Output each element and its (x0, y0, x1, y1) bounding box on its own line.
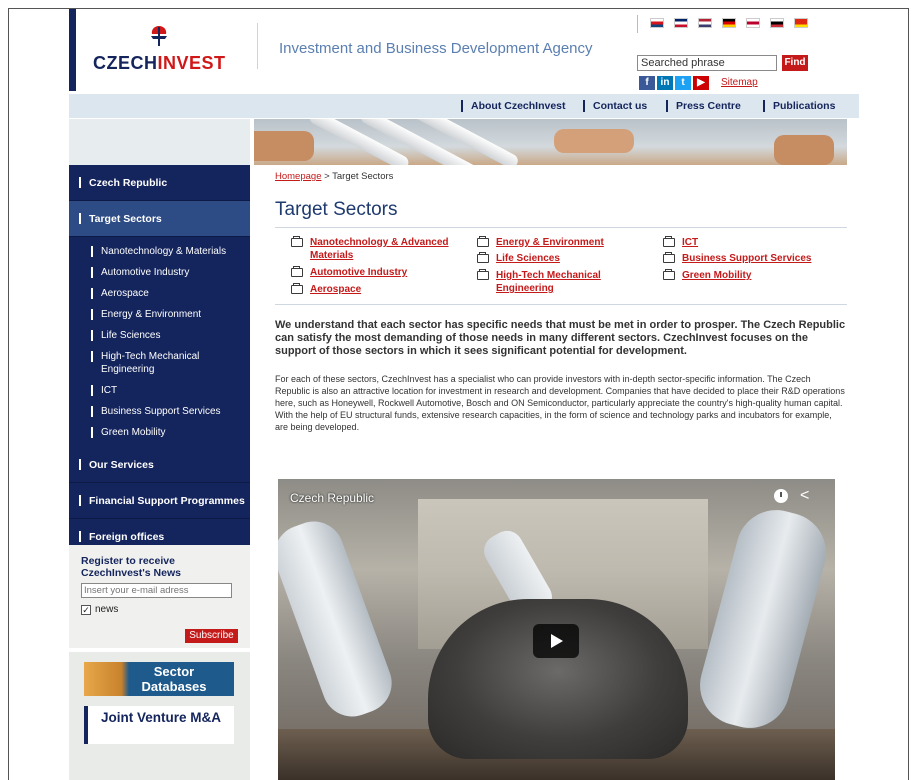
header-divider (257, 23, 258, 69)
sitemap-link[interactable]: Sitemap (721, 77, 758, 88)
uk-flag-icon[interactable] (674, 18, 688, 28)
us-flag-icon[interactable] (698, 18, 712, 28)
youtube-icon[interactable]: ▶ (693, 76, 709, 90)
sector-link-green-mobility[interactable]: Green Mobility (663, 269, 833, 282)
nav-about[interactable]: About CzechInvest (461, 100, 566, 112)
news-label: news (95, 604, 119, 615)
sidebar-sub-business-support[interactable]: Business Support Services (69, 401, 250, 422)
share-icon[interactable]: < (800, 487, 818, 505)
logo-mark-icon (151, 26, 167, 46)
page-title: Target Sectors (275, 199, 398, 220)
sector-link-automotive[interactable]: Automotive Industry (291, 266, 461, 279)
subscribe-button[interactable]: Subscribe (185, 629, 238, 643)
top-navigation: About CzechInvest Contact us Press Centr… (69, 94, 859, 118)
sector-link-business-support[interactable]: Business Support Services (663, 252, 843, 265)
logo-accent-bar (69, 9, 76, 91)
czech-flag-icon[interactable] (650, 18, 664, 28)
register-title: Register to receive CzechInvest's News (81, 555, 181, 579)
nav-press-centre[interactable]: Press Centre (666, 100, 741, 112)
promo-area: Sector Databases Joint Venture M&A (69, 652, 250, 780)
germany-flag-icon[interactable] (722, 18, 736, 28)
sidebar-sub-automotive[interactable]: Automotive Industry (69, 262, 250, 283)
car-body-image (428, 599, 688, 759)
breadcrumb: Homepage > Target Sectors (275, 171, 394, 182)
folder-icon (663, 252, 675, 263)
page: CZECHINVEST Investment and Business Deve… (69, 9, 859, 780)
facebook-icon[interactable]: f (639, 76, 655, 90)
lead-paragraph: We understand that each sector has speci… (275, 319, 846, 357)
folder-icon (291, 236, 303, 247)
sector-link-life-sciences[interactable]: Life Sciences (477, 252, 637, 265)
folder-icon (663, 269, 675, 280)
agency-tagline: Investment and Business Development Agen… (279, 40, 593, 57)
video-title[interactable]: Czech Republic (290, 491, 374, 505)
folder-icon (477, 269, 489, 280)
news-checkbox-row: ✓ news (81, 604, 238, 615)
sectors-divider (275, 304, 847, 305)
find-button[interactable]: Find (782, 55, 808, 71)
sidebar: Czech Republic Target Sectors Nanotechno… (69, 165, 250, 555)
sidebar-sub-high-tech[interactable]: High-Tech Mechanical Engineering (69, 346, 250, 380)
sector-link-aerospace[interactable]: Aerospace (291, 283, 461, 296)
breadcrumb-current: Target Sectors (332, 171, 394, 182)
logo-text: CZECHINVEST (93, 53, 226, 73)
sidebar-sub-aerospace[interactable]: Aerospace (69, 283, 250, 304)
newsletter-register: Register to receive CzechInvest's News ✓… (69, 545, 250, 648)
sidebar-sub-green-mobility[interactable]: Green Mobility (69, 422, 250, 443)
breadcrumb-home-link[interactable]: Homepage (275, 171, 321, 182)
nav-publications[interactable]: Publications (763, 100, 835, 112)
sidebar-sub-nanotechnology[interactable]: Nanotechnology & Materials (69, 241, 250, 262)
twitter-icon[interactable]: t (675, 76, 691, 90)
body-paragraph: For each of these sectors, CzechInvest h… (275, 374, 845, 432)
header: CZECHINVEST Investment and Business Deve… (69, 9, 859, 91)
japan-flag-icon[interactable] (746, 18, 760, 28)
linkedin-icon[interactable]: in (657, 76, 673, 90)
sidebar-sub-life-sciences[interactable]: Life Sciences (69, 325, 250, 346)
sidebar-header-area (69, 119, 250, 165)
sidebar-item-our-services[interactable]: Our Services (69, 447, 250, 483)
sidebar-sub-energy[interactable]: Energy & Environment (69, 304, 250, 325)
folder-icon (477, 252, 489, 263)
sidebar-subnav: Nanotechnology & Materials Automotive In… (69, 237, 250, 447)
header-banner-image (254, 119, 847, 165)
folder-icon (291, 283, 303, 294)
sidebar-item-czech-republic[interactable]: Czech Republic (69, 165, 250, 201)
video-player[interactable]: Czech Republic < (278, 479, 835, 780)
sector-links: Nanotechnology & Advanced Materials Auto… (275, 228, 847, 305)
sector-databases-banner[interactable]: Sector Databases (84, 662, 234, 696)
czechinvest-logo[interactable]: CZECHINVEST (93, 25, 233, 77)
sector-link-energy[interactable]: Energy & Environment (477, 236, 637, 249)
main-content: Homepage > Target Sectors Target Sectors… (275, 171, 847, 433)
folder-icon (663, 236, 675, 247)
sector-link-nanotechnology[interactable]: Nanotechnology & Advanced Materials (291, 236, 461, 262)
play-button[interactable] (533, 624, 579, 658)
watch-later-icon[interactable] (774, 489, 788, 503)
news-checkbox[interactable]: ✓ (81, 604, 91, 615)
sector-link-ict[interactable]: ICT (663, 236, 833, 249)
email-field[interactable] (81, 583, 232, 598)
nav-contact[interactable]: Contact us (583, 100, 647, 112)
browser-frame: CZECHINVEST Investment and Business Deve… (8, 8, 909, 780)
sidebar-sub-ict[interactable]: ICT (69, 380, 250, 401)
search-input[interactable] (637, 55, 777, 71)
language-selector (637, 15, 827, 33)
sidebar-item-financial-support[interactable]: Financial Support Programmes (69, 483, 250, 519)
sidebar-item-target-sectors[interactable]: Target Sectors (69, 201, 250, 237)
china-flag-icon[interactable] (794, 18, 808, 28)
folder-icon (477, 236, 489, 247)
joint-venture-banner[interactable]: Joint Venture M&A (84, 706, 234, 744)
sector-link-high-tech[interactable]: High-Tech Mechanical Engineering (477, 269, 627, 295)
korea-flag-icon[interactable] (770, 18, 784, 28)
folder-icon (291, 266, 303, 277)
